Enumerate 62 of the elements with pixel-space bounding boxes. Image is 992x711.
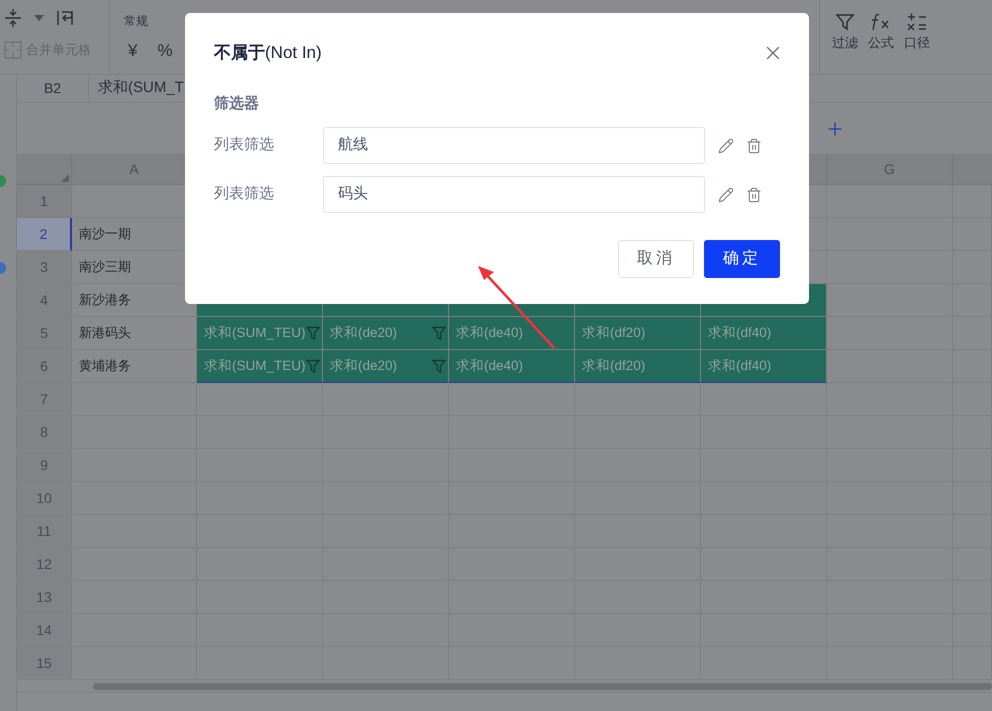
confirm-button[interactable]: 确定 bbox=[704, 240, 780, 278]
cell-reference-field[interactable]: B2 bbox=[17, 75, 89, 102]
filter-icon[interactable] bbox=[306, 326, 320, 340]
row-header[interactable]: 4 bbox=[17, 284, 72, 317]
cell-text: 求和(df20) bbox=[582, 356, 646, 375]
row-header[interactable]: 5 bbox=[17, 317, 72, 350]
edit-icon[interactable] bbox=[718, 138, 734, 154]
edit-icon[interactable] bbox=[718, 186, 734, 202]
toolbar-tool-button[interactable]: 过滤 bbox=[832, 12, 858, 74]
filter-icon bbox=[835, 12, 855, 32]
row-header[interactable]: 12 bbox=[17, 548, 72, 581]
filter-icon[interactable] bbox=[306, 358, 320, 374]
filter-icon[interactable] bbox=[432, 326, 446, 340]
dialog-title: 不属于(Not In) bbox=[214, 42, 322, 64]
table-cell-text: 南沙三期 bbox=[79, 258, 131, 276]
cancel-button[interactable]: 取消 bbox=[618, 240, 694, 278]
cell-text: 求和(df20) bbox=[582, 324, 646, 342]
row-header[interactable]: 15 bbox=[17, 647, 72, 680]
row-header[interactable]: 8 bbox=[17, 416, 72, 449]
row-header[interactable]: 11 bbox=[17, 515, 72, 548]
caret-icon[interactable] bbox=[34, 15, 44, 21]
cell-text: 求和(df40) bbox=[708, 324, 772, 342]
cell-text: 求和(de40) bbox=[456, 356, 524, 375]
row-header[interactable]: 13 bbox=[17, 581, 72, 614]
percent-button[interactable]: % bbox=[157, 38, 173, 64]
filter-field[interactable]: 航线 bbox=[323, 127, 705, 164]
toolbar-tool-button[interactable]: 公式 bbox=[868, 12, 894, 74]
cell-text: 求和(SUM_TEU) bbox=[204, 356, 306, 375]
cell-text: 求和(SUM_TEU) bbox=[204, 324, 306, 342]
cell-text: 求和(df40) bbox=[708, 356, 772, 375]
delete-icon[interactable] bbox=[746, 186, 762, 202]
table-cell-text: 黄埔港务 bbox=[79, 357, 131, 376]
toolbar-tool-button[interactable]: 口径 bbox=[904, 12, 930, 74]
filter-label: 列表筛选 bbox=[214, 135, 275, 156]
row-header[interactable]: 14 bbox=[17, 614, 72, 647]
section-title: 筛选器 bbox=[214, 94, 260, 114]
table-cell-text: 南沙一期 bbox=[79, 225, 131, 244]
row-height-icon[interactable] bbox=[4, 8, 22, 28]
sidebar-icon[interactable] bbox=[0, 262, 6, 274]
sidebar-icon[interactable] bbox=[0, 175, 6, 187]
cell-text: 求和(de20) bbox=[330, 356, 398, 375]
row-header[interactable]: 1 bbox=[17, 185, 72, 218]
row-header[interactable]: 10 bbox=[17, 482, 72, 515]
row-header[interactable]: 2 bbox=[17, 218, 72, 251]
row-header[interactable]: 7 bbox=[17, 383, 72, 416]
merge-cells-icon[interactable] bbox=[4, 40, 22, 59]
row-header[interactable]: 3 bbox=[17, 251, 72, 284]
cell-text: 求和(de20) bbox=[330, 324, 398, 342]
delete-icon[interactable] bbox=[746, 138, 762, 154]
table-cell-text: 新沙港务 bbox=[79, 291, 131, 310]
horizontal-scrollbar[interactable] bbox=[93, 682, 992, 690]
wrap-text-icon[interactable] bbox=[56, 9, 74, 27]
currency-button[interactable]: ¥ bbox=[128, 38, 138, 64]
calculator-symbols-icon bbox=[906, 12, 928, 32]
select-all-corner-icon[interactable] bbox=[61, 174, 69, 182]
row-header[interactable]: 9 bbox=[17, 449, 72, 482]
filter-field[interactable]: 码头 bbox=[323, 176, 705, 213]
cell-text: 求和(de40) bbox=[456, 324, 524, 342]
row-header[interactable]: 6 bbox=[17, 350, 72, 383]
table-cell-text: 新港码头 bbox=[79, 324, 131, 342]
filter-icon[interactable] bbox=[432, 358, 446, 374]
filter-label: 列表筛选 bbox=[214, 184, 275, 204]
